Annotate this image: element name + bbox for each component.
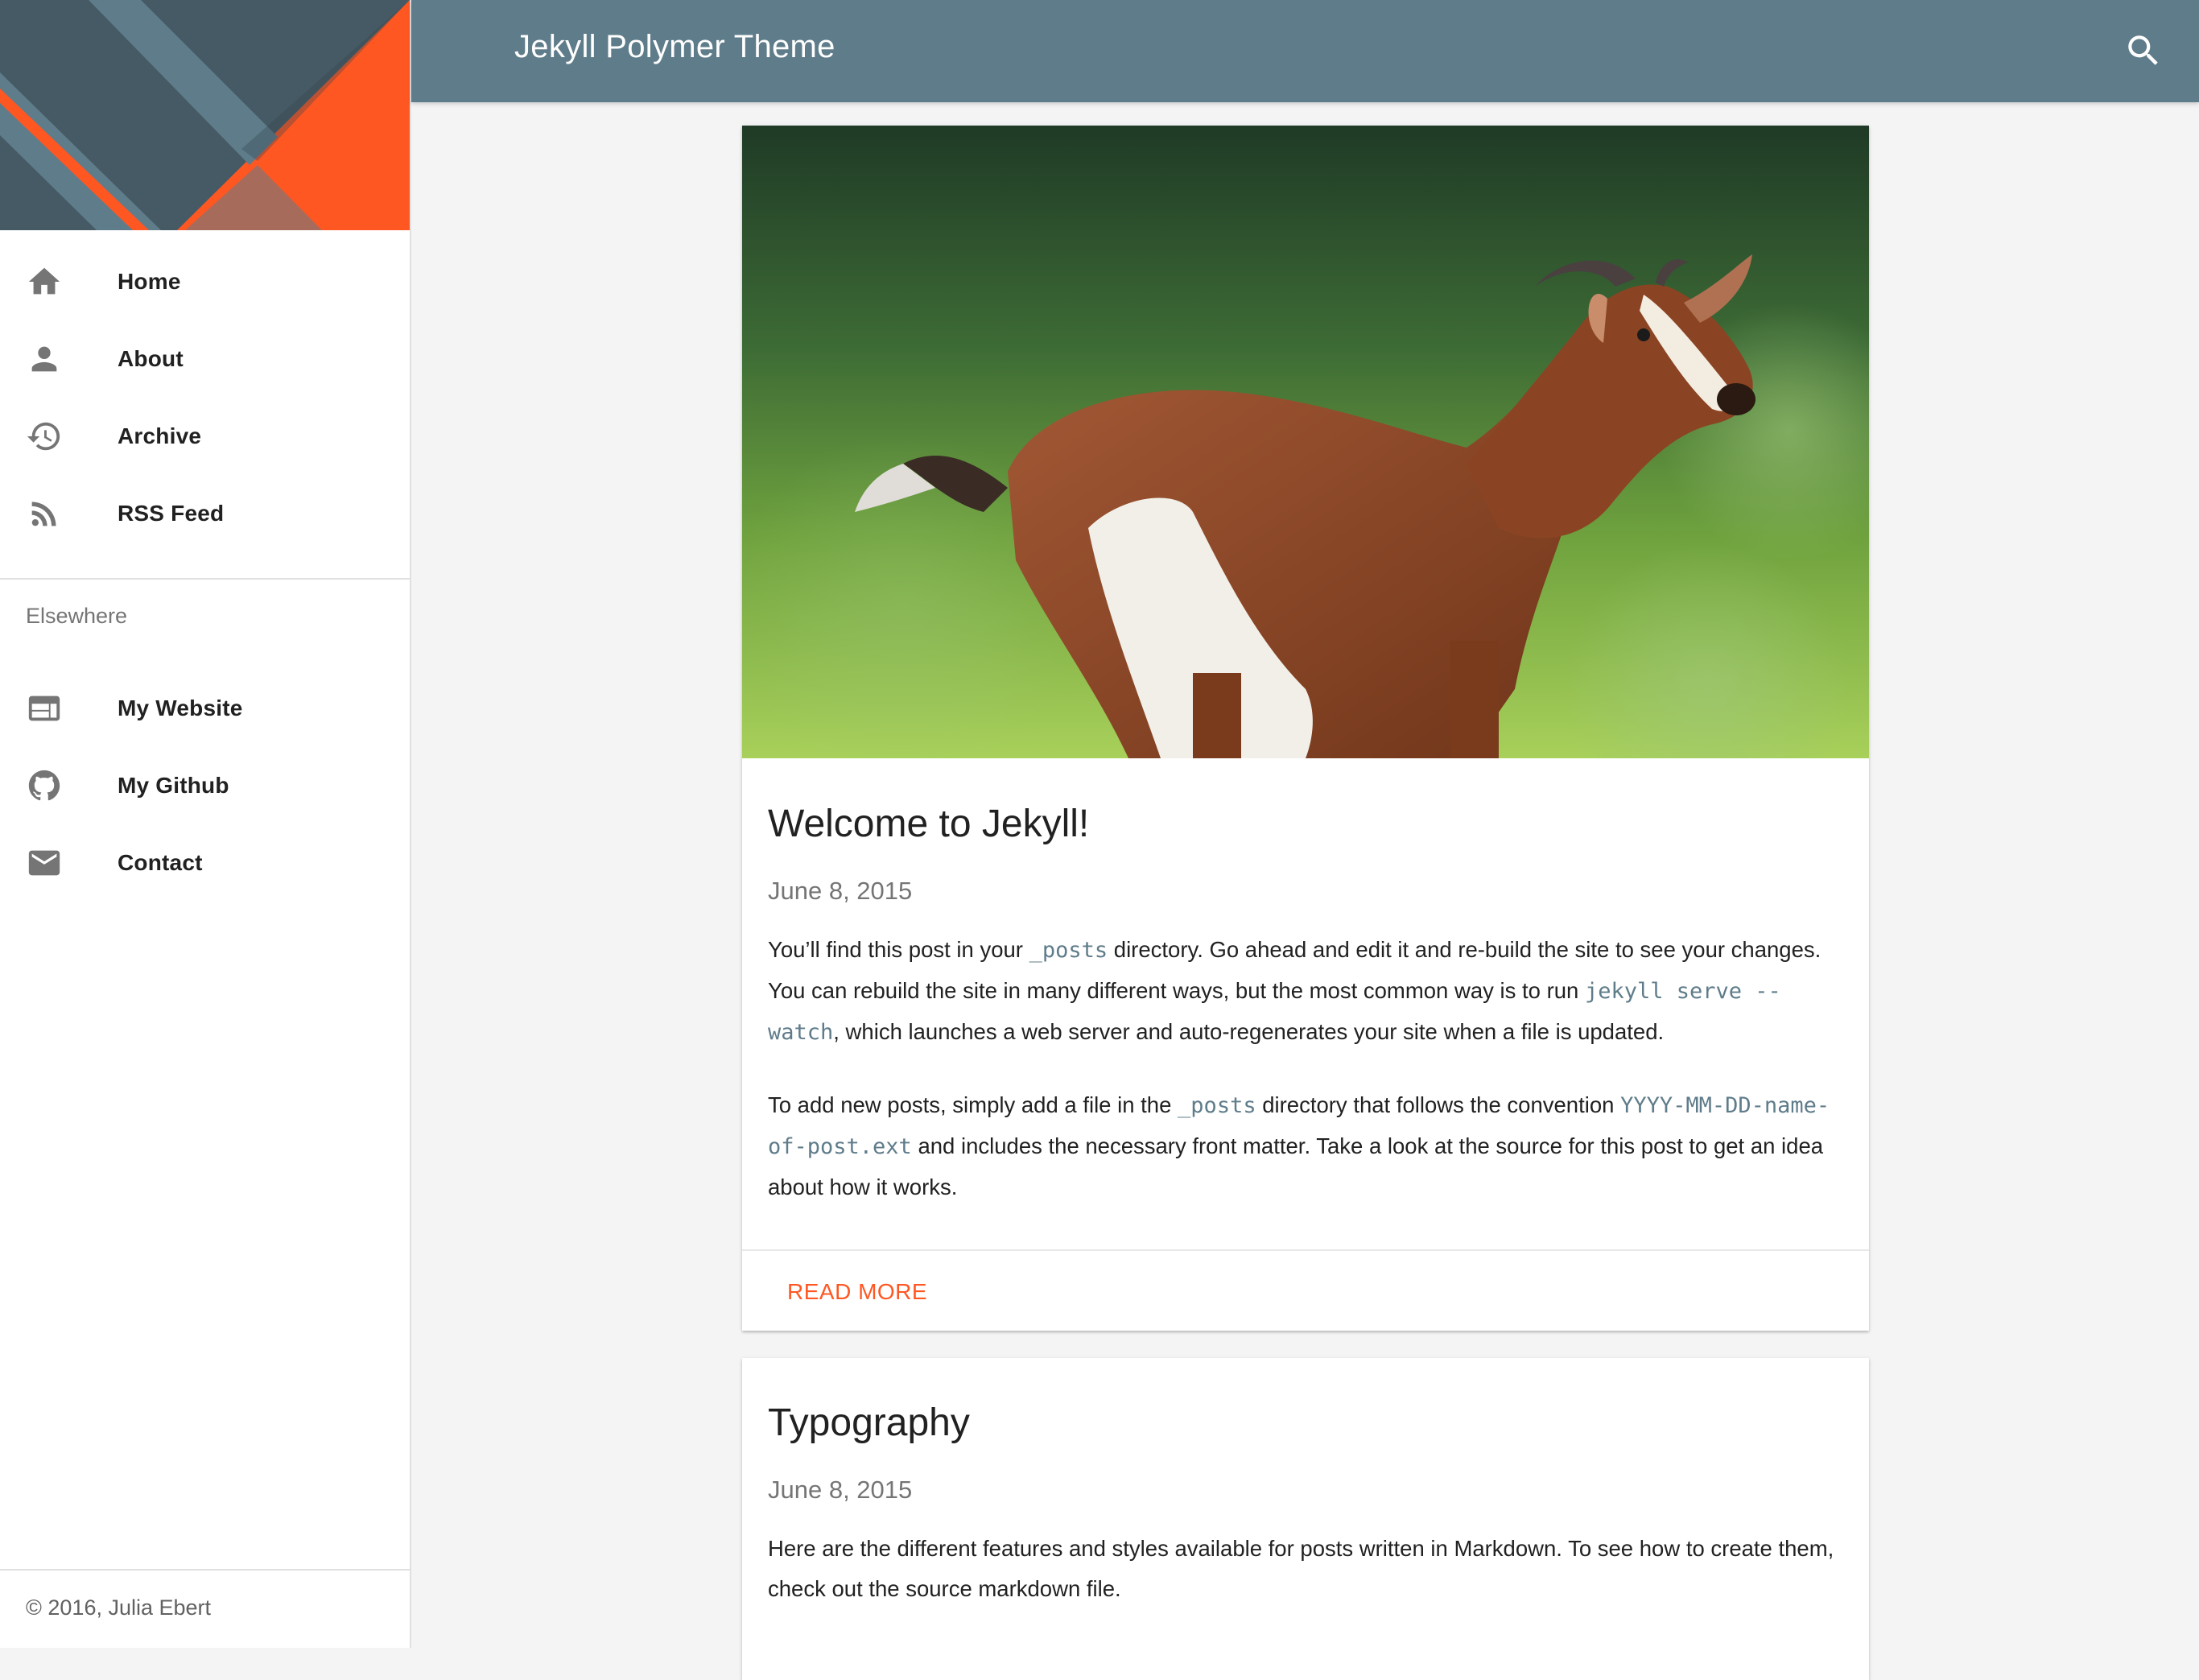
text-run: You’ll find this post in your bbox=[768, 936, 1029, 962]
nav-item-label: Home bbox=[118, 269, 181, 294]
text-run: To add new posts, simply add a file in t… bbox=[768, 1092, 1178, 1117]
nav-item-rss-feed[interactable]: RSS Feed bbox=[0, 475, 410, 552]
rss-icon bbox=[26, 495, 63, 532]
drawer-divider bbox=[0, 578, 410, 580]
github-icon bbox=[26, 767, 63, 804]
post-title[interactable]: Welcome to Jekyll! bbox=[768, 758, 1843, 848]
app-toolbar: Jekyll Polymer Theme bbox=[411, 0, 2199, 102]
search-button[interactable] bbox=[2123, 31, 2164, 71]
nav-item-label: About bbox=[118, 346, 184, 371]
history-icon bbox=[26, 418, 63, 455]
nav-item-my-website[interactable]: My Website bbox=[0, 670, 410, 747]
site-title[interactable]: Jekyll Polymer Theme bbox=[514, 29, 835, 65]
inline-code: _posts bbox=[1029, 937, 1108, 963]
nav-item-label: RSS Feed bbox=[118, 501, 225, 526]
nav-item-label: My Github bbox=[118, 773, 229, 798]
material-pattern-image bbox=[0, 0, 410, 230]
drawer-header-artwork bbox=[0, 0, 410, 230]
inline-code: _posts bbox=[1178, 1092, 1256, 1118]
primary-nav: Home About Archive RSS Feed bbox=[0, 243, 410, 552]
read-more-button[interactable]: Read More bbox=[787, 1279, 927, 1305]
post-paragraph: You’ll find this post in your _posts dir… bbox=[768, 930, 1843, 1053]
post-paragraph: To add new posts, simply add a file in t… bbox=[768, 1085, 1843, 1207]
nav-item-contact[interactable]: Contact bbox=[0, 824, 410, 902]
text-run: and includes the necessary front matter.… bbox=[768, 1133, 1824, 1199]
post-date: June 8, 2015 bbox=[768, 876, 913, 905]
mail-icon bbox=[26, 844, 63, 881]
search-icon bbox=[2128, 35, 2158, 65]
navigation-drawer: Home About Archive RSS Feed Elsewhere My… bbox=[0, 0, 411, 1648]
post-paragraph: Here are the different features and styl… bbox=[768, 1535, 1834, 1601]
nav-item-home[interactable]: Home bbox=[0, 243, 410, 320]
nav-item-my-github[interactable]: My Github bbox=[0, 747, 410, 824]
nav-item-about[interactable]: About bbox=[0, 320, 410, 398]
nav-item-archive[interactable]: Archive bbox=[0, 398, 410, 475]
post-card: Typography June 8, 2015 Here are the dif… bbox=[742, 1358, 1869, 1680]
person-icon bbox=[26, 341, 63, 378]
nav-item-label: My Website bbox=[118, 696, 243, 720]
text-run: directory that follows the convention bbox=[1256, 1092, 1621, 1117]
post-title[interactable]: Typography bbox=[768, 1358, 1843, 1447]
goat-photo bbox=[742, 126, 1869, 758]
card-actions: Read More bbox=[742, 1249, 1869, 1331]
elsewhere-subheader: Elsewhere bbox=[26, 604, 128, 628]
nav-item-label: Archive bbox=[118, 423, 202, 448]
home-icon bbox=[26, 263, 63, 300]
footer-divider bbox=[0, 1569, 410, 1571]
elsewhere-nav: My Website My Github Contact bbox=[0, 670, 410, 902]
web-icon bbox=[26, 690, 63, 727]
nav-item-label: Contact bbox=[118, 850, 203, 875]
post-content: Typography June 8, 2015 Here are the dif… bbox=[742, 1358, 1869, 1609]
post-date: June 8, 2015 bbox=[768, 1475, 913, 1504]
post-card: Welcome to Jekyll! June 8, 2015 You’ll f… bbox=[742, 126, 1869, 1331]
post-content: Welcome to Jekyll! June 8, 2015 You’ll f… bbox=[742, 758, 1869, 1207]
copyright-footer: © 2016, Julia Ebert bbox=[26, 1595, 212, 1620]
text-run: , which launches a web server and auto-r… bbox=[833, 1018, 1665, 1044]
